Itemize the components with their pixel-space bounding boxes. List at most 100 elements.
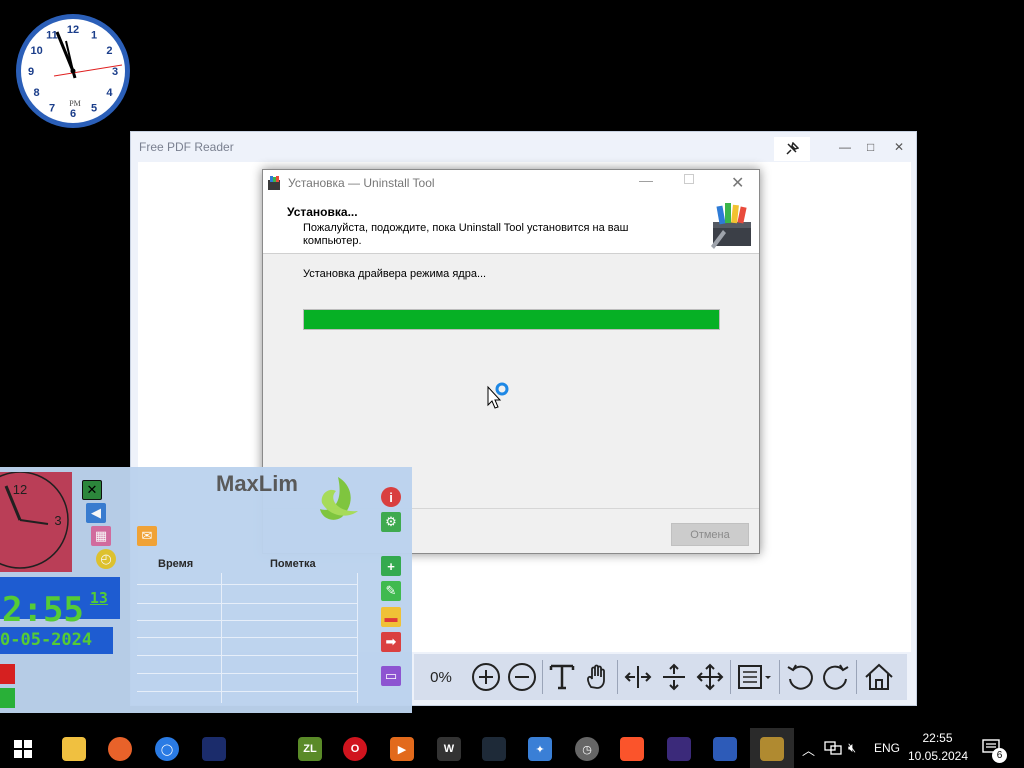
column-header-time: Время: [158, 558, 194, 570]
rotate-left-button[interactable]: [782, 657, 818, 697]
clock-numeral: 12: [67, 24, 79, 36]
game-client-icon[interactable]: [482, 737, 506, 761]
save-icon[interactable]: ▭: [381, 666, 401, 686]
installer-progress-fill: [304, 310, 719, 329]
pdf-reader-title: Free PDF Reader: [139, 140, 234, 154]
mail-icon[interactable]: ✉: [137, 526, 157, 546]
zoom-out-button[interactable]: [504, 657, 540, 697]
calendar-icon[interactable]: ▦: [91, 526, 111, 546]
notification-badge: 6: [992, 748, 1007, 763]
chromium-icon[interactable]: ◯: [155, 737, 179, 761]
windows-start-icon[interactable]: [14, 740, 32, 758]
svg-text:3: 3: [54, 513, 61, 528]
installer-maximize-button[interactable]: [684, 174, 694, 184]
tools-icon[interactable]: ✦: [528, 737, 552, 761]
widget-analog-clock: 12 3: [0, 472, 72, 572]
installer-titlebar: Установка — Uninstall Tool — ✕: [263, 170, 759, 196]
network-icon[interactable]: [824, 740, 842, 756]
desktop-analog-clock: 12 1234567891011 PM: [16, 14, 130, 128]
taskbar: [0, 728, 1024, 768]
installer-header: Установка... Пожалуйста, подождите, пока…: [263, 196, 759, 254]
zoom-in-button[interactable]: [468, 657, 504, 697]
installer-heading: Установка...: [287, 205, 358, 219]
clock-numeral: 5: [91, 102, 97, 114]
world-of-tanks-icon[interactable]: W: [437, 737, 461, 761]
clock-numeral: 10: [30, 45, 42, 57]
close-widget-icon[interactable]: ✕: [82, 480, 102, 500]
clock-numeral: 1: [91, 30, 97, 42]
taskbar-time[interactable]: 22:55: [910, 731, 965, 745]
zoom-out-icon: [508, 663, 536, 691]
firefox-icon[interactable]: [108, 737, 132, 761]
zl-app-icon[interactable]: ZL: [298, 737, 322, 761]
installer-minimize-button[interactable]: —: [639, 172, 653, 188]
file-explorer-icon[interactable]: [62, 737, 86, 761]
close-button[interactable]: ✕: [894, 140, 904, 154]
toolbar-separator: [856, 660, 857, 694]
text-select-button[interactable]: [545, 657, 579, 697]
rotate-right-button[interactable]: [818, 657, 854, 697]
notes-app-icon[interactable]: [713, 737, 737, 761]
clock-numeral: 3: [112, 66, 118, 78]
clock-app-icon[interactable]: ◷: [575, 737, 599, 761]
toolbar-separator: [542, 660, 543, 694]
toolbar-separator: [779, 660, 780, 694]
fit-height-icon: [663, 663, 685, 691]
send-icon[interactable]: ◀: [86, 503, 106, 523]
zoom-in-icon: [472, 663, 500, 691]
pdf-reader-taskbar-icon[interactable]: [760, 737, 784, 761]
hand-icon: [587, 664, 605, 689]
cancel-button[interactable]: Отмена: [671, 523, 749, 546]
volume-muted-icon[interactable]: 🔇︎: [848, 740, 856, 756]
maxlim-logo-icon: [320, 477, 358, 520]
hand-tool-button[interactable]: [579, 657, 615, 697]
clock-numeral: 2: [106, 45, 112, 57]
add-icon[interactable]: +: [381, 556, 401, 576]
settings-gear-icon[interactable]: ⚙: [381, 512, 401, 532]
column-header-note: Пометка: [270, 558, 316, 570]
language-indicator[interactable]: ENG: [874, 741, 900, 755]
home-icon: [865, 663, 893, 690]
toolbar-separator: [617, 660, 618, 694]
chevron-up-icon[interactable]: ︿: [802, 740, 815, 759]
brave-icon[interactable]: [620, 737, 644, 761]
clock-numeral: 8: [34, 87, 40, 99]
pin-button[interactable]: [774, 137, 810, 161]
digital-time: 2:55 13: [0, 577, 120, 630]
clock-numeral: 4: [106, 87, 113, 99]
page-layout-icon: [738, 665, 771, 689]
opera-icon[interactable]: O: [343, 737, 367, 761]
remove-icon[interactable]: ▬: [381, 607, 401, 627]
forward-arrow-icon[interactable]: ➡: [381, 632, 401, 652]
maximize-button[interactable]: □: [867, 140, 874, 154]
zoom-level: 0%: [430, 668, 452, 686]
status-green-indicator: [0, 688, 15, 708]
digital-date: 0-05-2024: [0, 627, 113, 654]
rotate-left-icon: [787, 664, 813, 690]
toolbar-separator: [730, 660, 731, 694]
installer-subheading: Пожалуйста, подождите, пока Uninstall To…: [303, 222, 629, 247]
fit-width-button[interactable]: [620, 657, 656, 697]
home-button[interactable]: [859, 657, 899, 697]
fit-height-button[interactable]: [656, 657, 692, 697]
taskbar-date[interactable]: 10.05.2024: [906, 749, 970, 763]
move-arrows-icon: [696, 663, 724, 691]
clock-numeral: 7: [49, 102, 55, 114]
fit-page-button[interactable]: [692, 657, 728, 697]
busy-cursor-icon: [487, 382, 509, 409]
clock-numeral: 11: [46, 30, 58, 42]
installer-status-text: Установка драйвера режима ядра...: [303, 268, 487, 280]
wallpaper-app-icon[interactable]: [667, 737, 691, 761]
clock-pm-label: PM: [69, 99, 81, 108]
edit-pencil-icon[interactable]: ✎: [381, 581, 401, 601]
installer-close-button[interactable]: ✕: [731, 173, 744, 193]
media-player-icon[interactable]: ▶: [390, 737, 414, 761]
game-launcher-icon[interactable]: [202, 737, 226, 761]
digital-seconds: 13: [89, 589, 108, 607]
page-view-dropdown[interactable]: [733, 657, 777, 697]
toolbox-icon: [711, 203, 751, 249]
info-icon[interactable]: i: [381, 487, 401, 507]
alarm-clock-icon[interactable]: ◴: [96, 549, 116, 569]
status-red-indicator: [0, 664, 15, 684]
minimize-button[interactable]: —: [839, 140, 851, 154]
